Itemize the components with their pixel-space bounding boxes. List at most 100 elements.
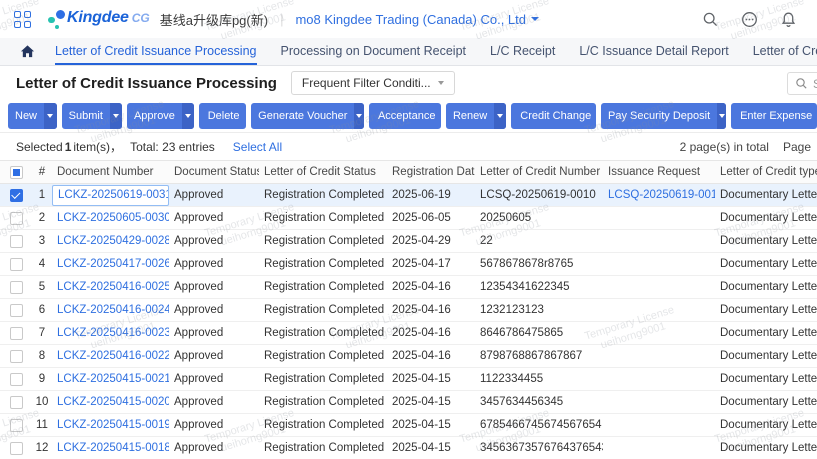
cell-letter-of-credit-number: 34563673576764376543 [475,437,603,459]
col-header-registration-date[interactable]: Registration Date [387,161,475,183]
cell-letter-of-credit-status: Registration Completed [259,414,387,436]
cell-document-status: Approved [169,253,259,275]
org-selector[interactable]: mo8 Kingdee Trading (Canada) Co., Ltd [295,12,539,27]
table-row-10[interactable]: 10LCKZ-20250415-0020ApprovedRegistration… [0,391,817,414]
table-row-7[interactable]: 7LCKZ-20250416-0023ApprovedRegistration … [0,322,817,345]
col-header-letter-of-credit-status[interactable]: Letter of Credit Status [259,161,387,183]
list-search-input[interactable]: Search [787,72,817,95]
table-row-12[interactable]: 12LCKZ-20250415-0018ApprovedRegistration… [0,437,817,459]
chevron-down-icon[interactable] [494,103,506,129]
chevron-down-icon[interactable] [717,103,726,129]
col-header-document-number[interactable]: Document Number [52,161,169,183]
tab-2-processing-on-document-receipt[interactable]: Processing on Document Receipt [281,38,467,65]
row-checkbox[interactable] [10,281,23,294]
selected-prefix: Selected [16,140,63,154]
pay-security-deposit-button[interactable]: Pay Security Deposit [601,103,726,129]
row-checkbox[interactable] [10,304,23,317]
table-row-9[interactable]: 9LCKZ-20250415-0021ApprovedRegistration … [0,368,817,391]
app-launcher-icon[interactable] [14,11,31,28]
enter-expense-button[interactable]: Enter Expense [731,103,817,129]
credit-change-button[interactable]: Credit Change [511,103,596,129]
chevron-down-icon[interactable] [182,103,194,129]
table-row-3[interactable]: 3LCKZ-20250429-0028ApprovedRegistration … [0,230,817,253]
tab-5-letter-of-credit-issuance-processing[interactable]: Letter of Credit Issuance Processing [753,38,817,65]
row-checkbox[interactable] [10,327,23,340]
document-number-link[interactable]: LCKZ-20250415-0018 [57,442,169,454]
document-number-link[interactable]: LCKZ-20250415-0019 [57,419,169,431]
row-checkbox[interactable] [10,396,23,409]
document-number-link[interactable]: LCKZ-20250416-0023 [57,327,169,339]
table-row-1[interactable]: 1LCKZ-20250619-0031ApprovedRegistration … [0,184,817,207]
document-number-link[interactable]: LCKZ-20250416-0025 [57,281,169,293]
table-row-2[interactable]: 2LCKZ-20250605-0030ApprovedRegistration … [0,207,817,230]
cell-letter-of-credit-number: 8646786475865 [475,322,603,344]
generate-voucher-button[interactable]: Generate Voucher [251,103,364,129]
tab-3-l-c-receipt[interactable]: L/C Receipt [490,38,555,65]
acceptance-button[interactable]: Acceptance [369,103,441,129]
row-checkbox[interactable] [10,212,23,225]
col-header-[interactable]: # [32,161,52,183]
table-row-8[interactable]: 8LCKZ-20250416-0022ApprovedRegistration … [0,345,817,368]
col-header-letter-of-credit-type[interactable]: Letter of Credit type [715,161,817,183]
button-label: Credit Change [511,103,596,129]
document-number-link[interactable]: LCKZ-20250415-0020 [57,396,169,408]
document-number-link[interactable]: LCKZ-20250429-0028 [57,235,169,247]
cell-: 5 [32,276,52,298]
row-checkbox[interactable] [10,373,23,386]
chevron-down-icon[interactable] [110,103,122,129]
cell-letter-of-credit-type: Documentary Letter of [715,345,817,367]
cell-document-status: Approved [169,184,259,206]
renew-button[interactable]: Renew [446,103,506,129]
submit-button[interactable]: Submit [62,103,122,129]
button-label: Pay Security Deposit [601,103,717,129]
select-all-link[interactable]: Select All [233,140,282,154]
select-all-checkbox[interactable] [10,166,23,179]
new-button[interactable]: New [8,103,57,129]
row-checkbox[interactable] [10,258,23,271]
title-bar: Letter of Credit Issuance Processing Fre… [0,66,817,100]
toolbar: NewSubmitApproveDeleteGenerate Voucher Ac… [0,100,817,132]
cell-registration-date: 2025-04-15 [387,368,475,390]
row-checkbox[interactable] [10,235,23,248]
table-row-6[interactable]: 6LCKZ-20250416-0024ApprovedRegistration … [0,299,817,322]
button-label: Enter Expense [731,103,817,129]
document-number-link[interactable]: LCKZ-20250605-0030 [57,212,169,224]
cell-letter-of-credit-status: Registration Completed [259,437,387,459]
col-header-document-status[interactable]: Document Status [169,161,259,183]
document-number-link[interactable]: LCKZ-20250619-0031 [58,189,169,201]
cell-: 1 [32,184,52,206]
cell-document-status: Approved [169,345,259,367]
table-row-4[interactable]: 4LCKZ-20250417-0026ApprovedRegistration … [0,253,817,276]
cell-document-number: LCKZ-20250415-0021 [52,368,169,390]
home-icon[interactable] [20,38,35,65]
search-icon[interactable] [702,11,719,28]
tab-4-l-c-issuance-detail-report[interactable]: L/C Issuance Detail Report [579,38,728,65]
col-header-letter-of-credit-number[interactable]: Letter of Credit Number [475,161,603,183]
tab-1-letter-of-credit-issuance-processing[interactable]: Letter of Credit Issuance Processing [55,38,257,65]
document-number-link[interactable]: LCKZ-20250415-0021 [57,373,169,385]
document-number-link[interactable]: LCKZ-20250417-0026 [57,258,169,270]
row-checkbox[interactable] [10,189,23,202]
row-checkbox[interactable] [10,442,23,455]
row-checkbox[interactable] [10,350,23,363]
document-number-link[interactable]: LCKZ-20250416-0022 [57,350,169,362]
chevron-down-icon[interactable] [354,103,364,129]
support-icon[interactable] [741,11,758,28]
button-label: Generate Voucher [251,103,354,129]
cell-checkbox [0,276,32,298]
document-number-link[interactable]: LCKZ-20250416-0024 [57,304,169,316]
col-header-issuance-request[interactable]: Issuance Request [603,161,715,183]
chevron-down-icon[interactable] [44,103,57,129]
delete-button[interactable]: Delete [199,103,246,129]
cell-registration-date: 2025-04-15 [387,391,475,413]
table-row-5[interactable]: 5LCKZ-20250416-0025ApprovedRegistration … [0,276,817,299]
logo-mark-icon [47,9,67,30]
row-checkbox[interactable] [10,419,23,432]
approve-button[interactable]: Approve [127,103,194,129]
issuance-request-link[interactable]: LCSQ-20250619-0010 [608,189,715,201]
frequent-filter-dropdown[interactable]: Frequent Filter Conditi... [291,71,455,95]
cell-document-status: Approved [169,230,259,252]
cell-letter-of-credit-status: Registration Completed [259,345,387,367]
table-row-11[interactable]: 11LCKZ-20250415-0019ApprovedRegistration… [0,414,817,437]
notification-bell-icon[interactable] [780,11,797,28]
